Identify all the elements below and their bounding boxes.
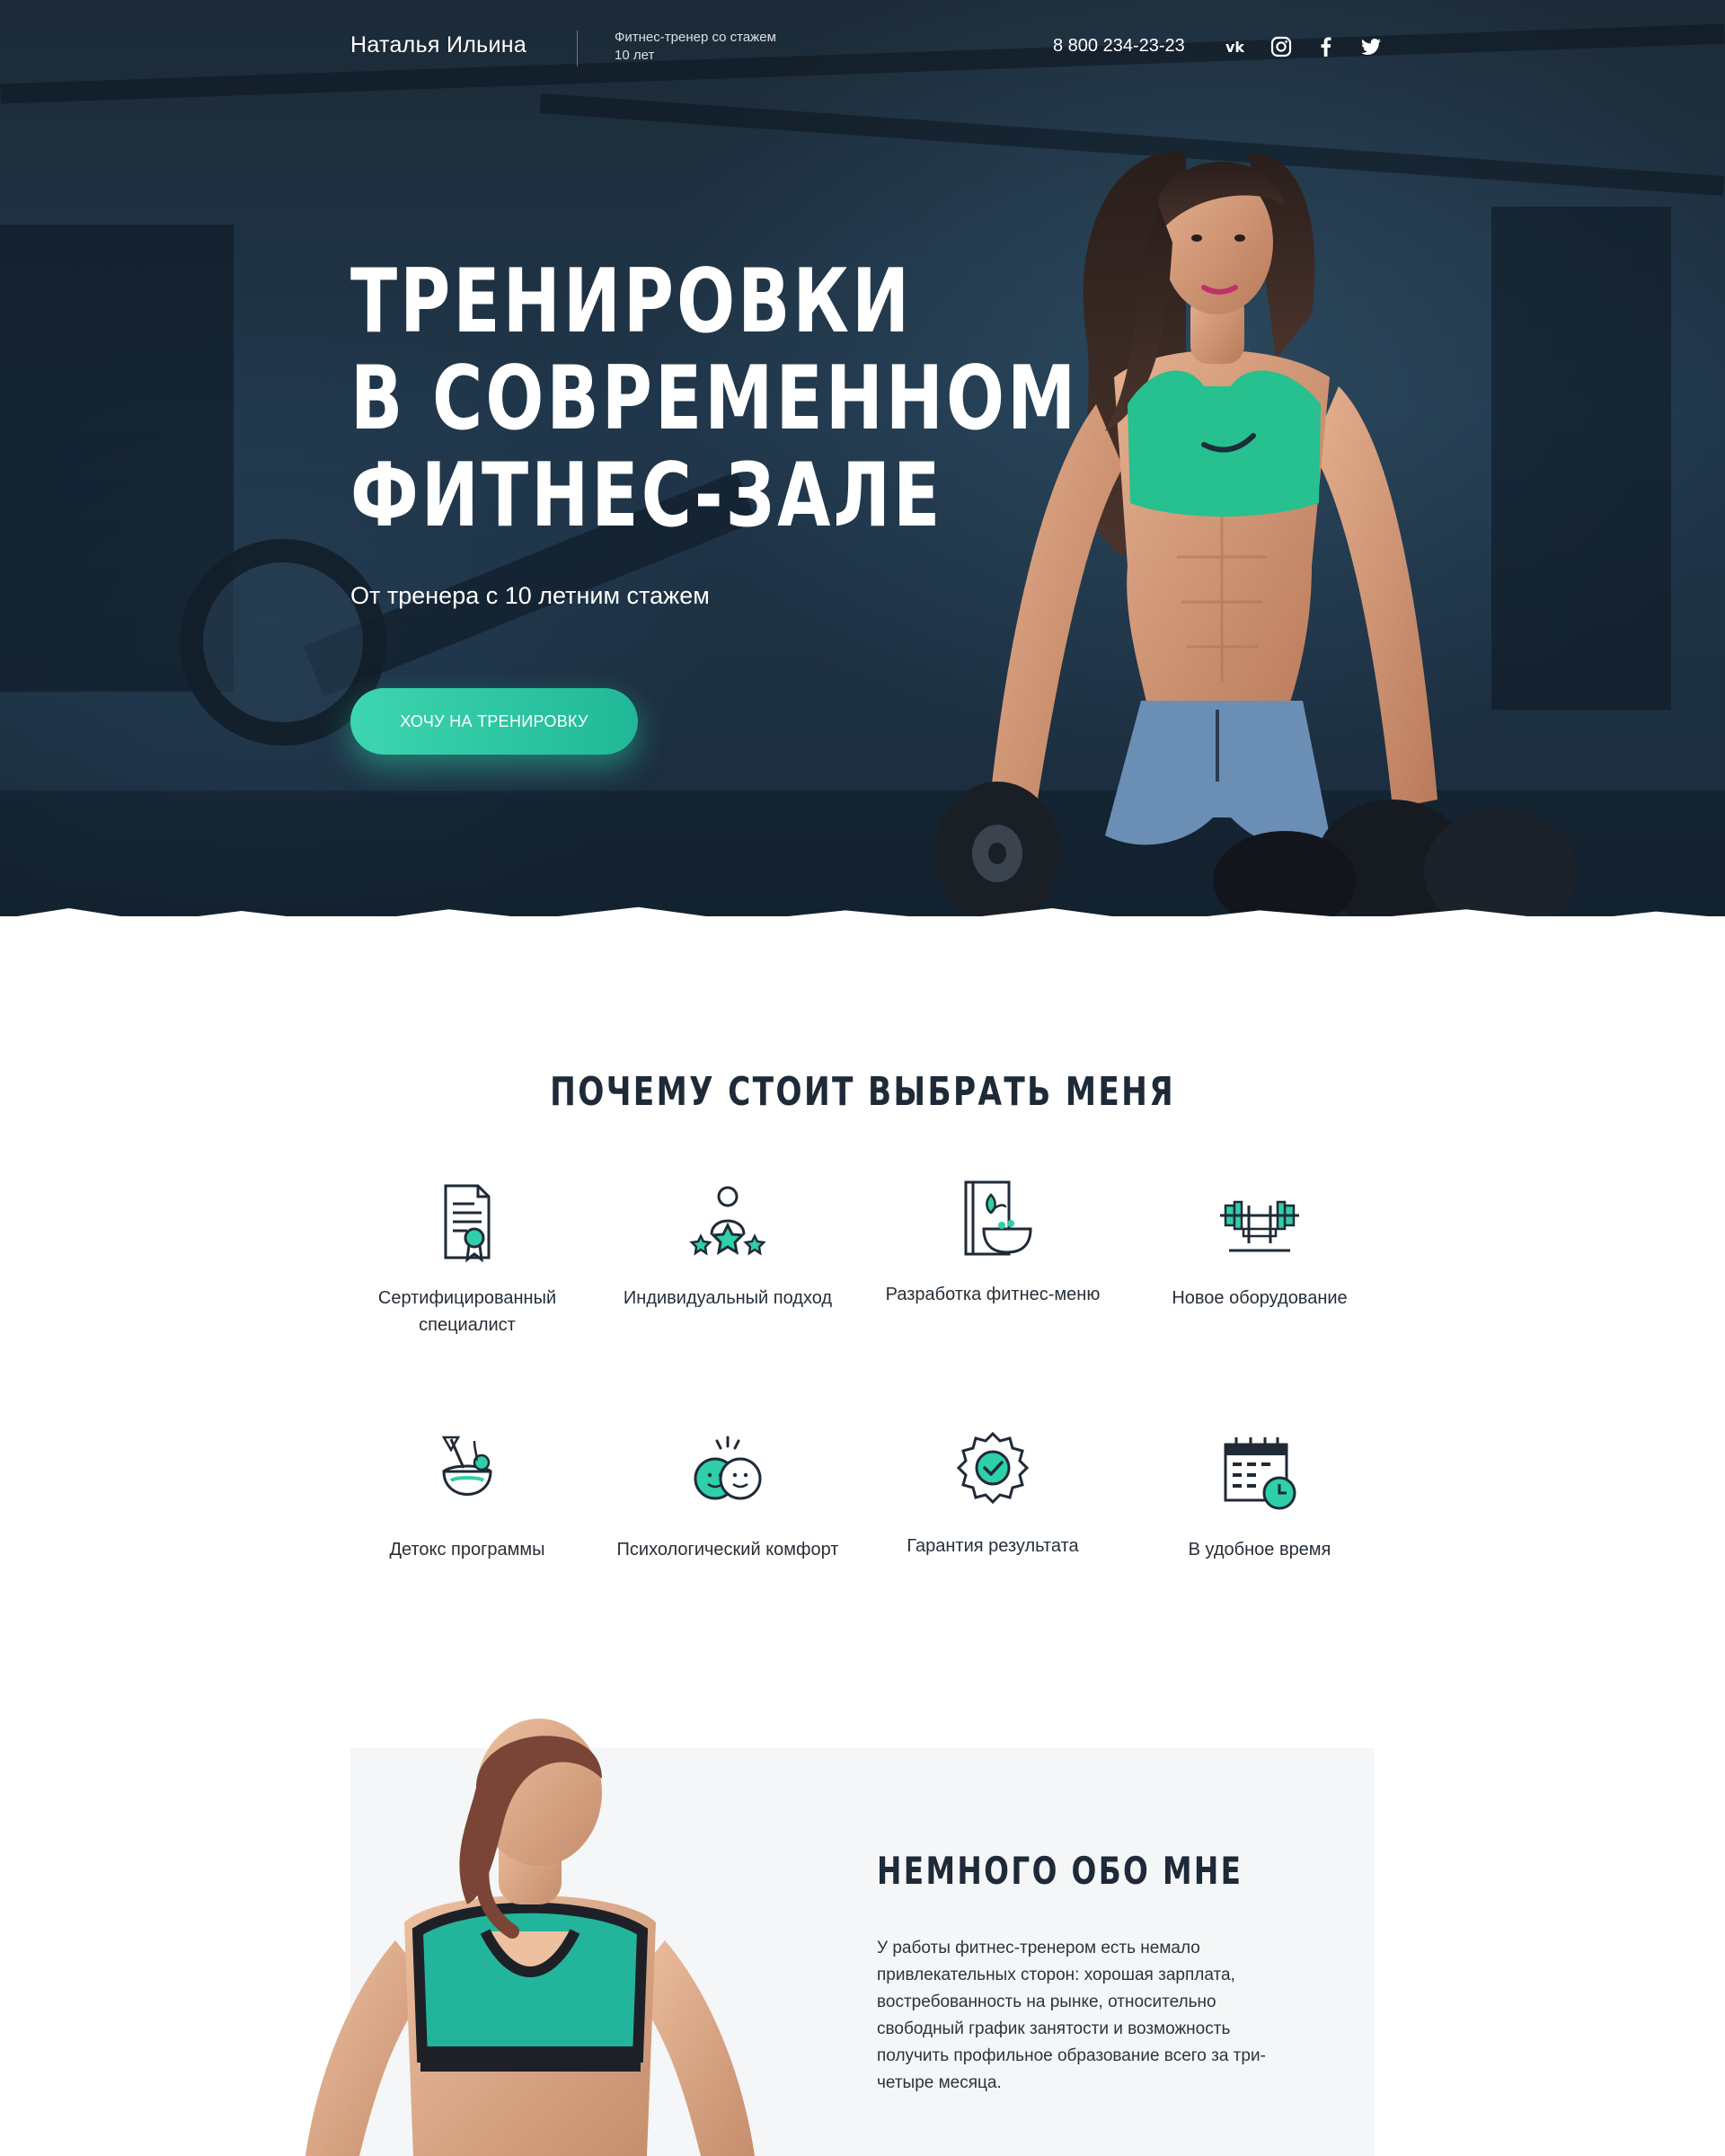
brand-subtitle: Фитнес-тренер со стажем 10 лет (615, 30, 776, 63)
feature-guarantee: Гарантия результата (862, 1425, 1123, 1560)
smiley-faces-icon (683, 1428, 773, 1518)
dumbbell (934, 782, 1060, 916)
feature-label: Психологический комфорт (616, 1540, 839, 1560)
meal-plan-icon (948, 1173, 1038, 1263)
top-bar: Наталья Ильина Фитнес-тренер со стажем 1… (350, 27, 1381, 72)
feature-label: Гарантия результата (907, 1536, 1079, 1556)
certificate-icon (422, 1177, 512, 1267)
feature-label: Сертифицированный специалист (377, 1288, 557, 1335)
trainer-photo (934, 152, 1577, 916)
brand-name: Наталья Ильина (350, 32, 527, 57)
hero-subtitle: От тренера с 10 летним стажем (350, 582, 710, 609)
about-photo (305, 1719, 755, 2156)
coconut-drink-icon (422, 1428, 512, 1518)
trainer-stars-icon (683, 1177, 773, 1267)
feature-comfort: Психологический комфорт (597, 1428, 858, 1563)
svg-text:vk: vk (1225, 39, 1244, 56)
feature-label: Новое оборудование (1172, 1288, 1348, 1308)
about-title: НЕМНОГО ОБО МНЕ (877, 1849, 1243, 1893)
cta-button[interactable]: ХОЧУ НА ТРЕНИРОВКУ (350, 688, 638, 755)
feature-detox: Детокс программы (337, 1428, 597, 1563)
feature-equipment: Новое оборудование (1129, 1177, 1390, 1312)
feature-individual: Индивидуальный подход (597, 1177, 858, 1312)
guarantee-badge-icon (948, 1425, 1038, 1515)
feature-label: Детокс программы (389, 1540, 545, 1560)
feature-label: Разработка фитнес-меню (885, 1285, 1101, 1304)
phone-number[interactable]: 8 800 234-23-23 (1053, 36, 1185, 57)
feature-label: Индивидуальный подход (623, 1288, 833, 1308)
social-links: vk (1224, 34, 1384, 59)
hero-title-line: ФИТНЕС-ЗАЛЕ (350, 445, 943, 547)
hero-section: Наталья Ильина Фитнес-тренер со стажем 1… (0, 0, 1725, 916)
feature-schedule: В удобное время (1129, 1428, 1390, 1563)
why-me-title-text: ПОЧЕМУ СТОИТ ВЫБРАТЬ МЕНЯ (550, 1069, 1175, 1115)
feature-certified: Сертифицированный специалист (337, 1177, 597, 1339)
hero-title-line: ТРЕНИРОВКИ (350, 251, 913, 353)
why-me-title: ПОЧЕМУ СТОИТ ВЫБРАТЬ МЕНЯ (0, 1069, 1725, 1115)
facebook-icon[interactable] (1314, 34, 1339, 59)
twitter-icon[interactable] (1358, 34, 1384, 59)
feature-menu: Разработка фитнес-меню (862, 1173, 1123, 1308)
instagram-icon[interactable] (1269, 34, 1294, 59)
barbell-rack-icon (1215, 1177, 1305, 1267)
hero-title-line: В СОВРЕМЕННОМ (350, 348, 1079, 450)
calendar-clock-icon (1215, 1428, 1305, 1518)
hero-title: ТРЕНИРОВКИ В СОВРЕМЕННОМ ФИТНЕС-ЗАЛЕ (350, 251, 1079, 547)
vk-icon[interactable]: vk (1224, 34, 1249, 59)
feature-label: В удобное время (1188, 1540, 1331, 1560)
about-text: У работы фитнес-тренером есть немало при… (877, 1939, 1266, 2092)
brand-divider (577, 31, 578, 66)
